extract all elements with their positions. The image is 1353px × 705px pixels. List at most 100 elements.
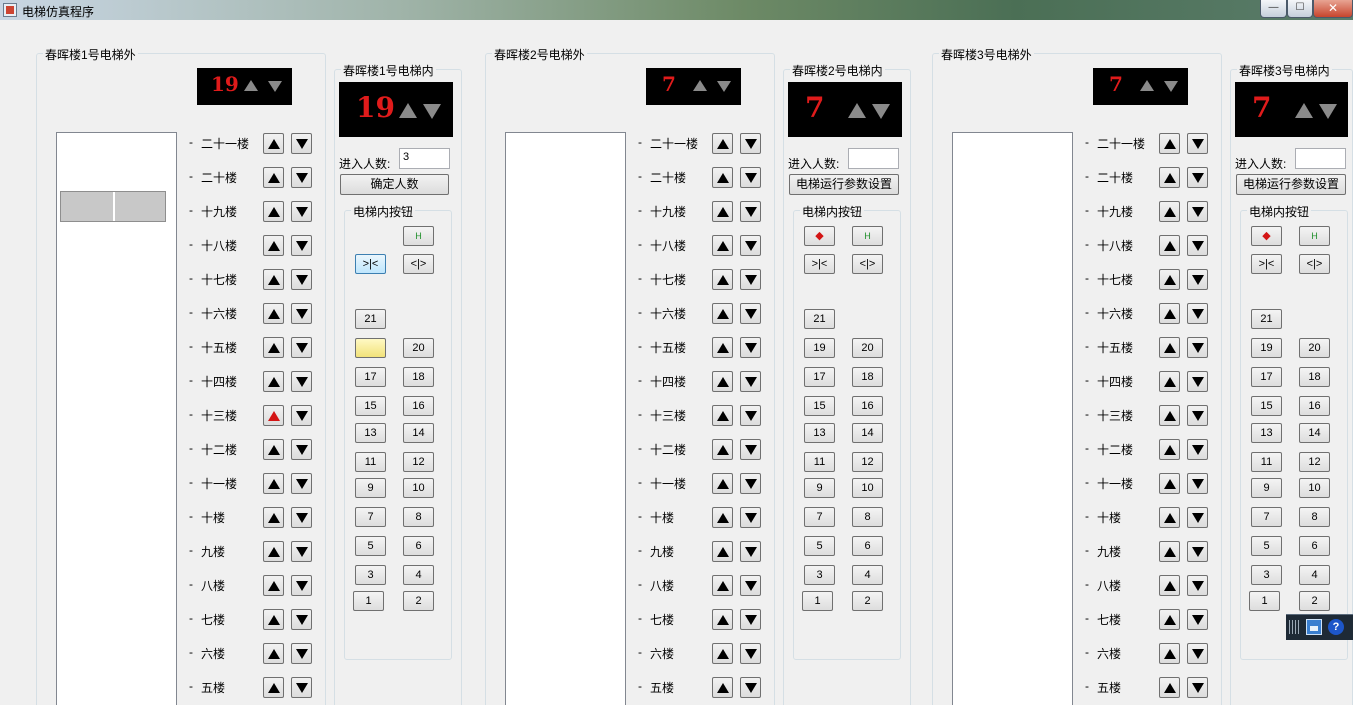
- car-floor-button-4[interactable]: 4: [852, 565, 883, 585]
- car-floor-button-16[interactable]: 16: [1299, 396, 1330, 416]
- car-floor-button-15[interactable]: 15: [1251, 396, 1282, 416]
- floor-down-call-button[interactable]: [291, 677, 312, 698]
- floor-down-call-button[interactable]: [740, 575, 761, 596]
- door-close-button[interactable]: >|<: [804, 254, 835, 274]
- people-count-input[interactable]: [1295, 148, 1346, 169]
- floor-down-call-button[interactable]: [740, 235, 761, 256]
- alarm-button[interactable]: ◆: [804, 226, 835, 246]
- car-floor-button-4[interactable]: 4: [1299, 565, 1330, 585]
- car-floor-button-11[interactable]: 11: [355, 452, 386, 472]
- maximize-button[interactable]: ☐: [1287, 0, 1313, 18]
- floor-up-call-button[interactable]: [263, 677, 284, 698]
- car-floor-button-15[interactable]: 15: [355, 396, 386, 416]
- floor-down-call-button[interactable]: [1187, 371, 1208, 392]
- floor-up-call-button[interactable]: [712, 235, 733, 256]
- floor-down-call-button[interactable]: [740, 371, 761, 392]
- car-floor-button-2[interactable]: 2: [403, 591, 434, 611]
- car-floor-button-5[interactable]: 5: [804, 536, 835, 556]
- floor-up-call-button[interactable]: [1159, 405, 1180, 426]
- floor-down-call-button[interactable]: [291, 371, 312, 392]
- floor-down-call-button[interactable]: [1187, 575, 1208, 596]
- car-floor-button-9[interactable]: 9: [355, 478, 386, 498]
- intercom-button[interactable]: H: [403, 226, 434, 246]
- floor-up-call-button[interactable]: [712, 507, 733, 528]
- floor-up-call-button[interactable]: [712, 609, 733, 630]
- floor-down-call-button[interactable]: [291, 303, 312, 324]
- floor-down-call-button[interactable]: [740, 405, 761, 426]
- car-floor-button-21[interactable]: 21: [355, 309, 386, 329]
- car-floor-button-11[interactable]: 11: [1251, 452, 1282, 472]
- floor-down-call-button[interactable]: [1187, 133, 1208, 154]
- car-floor-button-19[interactable]: [355, 338, 386, 358]
- floor-down-call-button[interactable]: [291, 541, 312, 562]
- car-floor-button-13[interactable]: 13: [1251, 423, 1282, 443]
- car-floor-button-9[interactable]: 9: [1251, 478, 1282, 498]
- floor-down-call-button[interactable]: [291, 167, 312, 188]
- car-floor-button-21[interactable]: 21: [1251, 309, 1282, 329]
- car-floor-button-20[interactable]: 20: [1299, 338, 1330, 358]
- floor-down-call-button[interactable]: [291, 235, 312, 256]
- floor-down-call-button[interactable]: [291, 337, 312, 358]
- help-icon[interactable]: ?: [1328, 619, 1344, 635]
- floor-down-call-button[interactable]: [740, 473, 761, 494]
- car-floor-button-12[interactable]: 12: [403, 452, 434, 472]
- floor-down-call-button[interactable]: [1187, 269, 1208, 290]
- car-floor-button-2[interactable]: 2: [1299, 591, 1330, 611]
- floor-up-call-button[interactable]: [1159, 439, 1180, 460]
- car-floor-button-10[interactable]: 10: [852, 478, 883, 498]
- floor-up-call-button[interactable]: [263, 167, 284, 188]
- floor-up-call-button[interactable]: [263, 371, 284, 392]
- floor-up-call-button[interactable]: [263, 541, 284, 562]
- floor-down-call-button[interactable]: [1187, 643, 1208, 664]
- floor-up-call-button[interactable]: [712, 269, 733, 290]
- car-floor-button-17[interactable]: 17: [804, 367, 835, 387]
- car-floor-button-15[interactable]: 15: [804, 396, 835, 416]
- floor-down-call-button[interactable]: [1187, 609, 1208, 630]
- car-floor-button-2[interactable]: 2: [852, 591, 883, 611]
- car-floor-button-1[interactable]: 1: [1249, 591, 1280, 611]
- floor-up-call-button[interactable]: [712, 541, 733, 562]
- floor-up-call-button[interactable]: [712, 303, 733, 324]
- floor-up-call-button[interactable]: [263, 269, 284, 290]
- floor-down-call-button[interactable]: [740, 439, 761, 460]
- floor-down-call-button[interactable]: [740, 507, 761, 528]
- floor-down-call-button[interactable]: [740, 677, 761, 698]
- car-floor-button-13[interactable]: 13: [804, 423, 835, 443]
- floor-up-call-button[interactable]: [263, 303, 284, 324]
- car-floor-button-16[interactable]: 16: [852, 396, 883, 416]
- car-floor-button-5[interactable]: 5: [1251, 536, 1282, 556]
- intercom-button[interactable]: H: [852, 226, 883, 246]
- floor-down-call-button[interactable]: [740, 201, 761, 222]
- floor-down-call-button[interactable]: [291, 473, 312, 494]
- people-count-input[interactable]: 3: [399, 148, 450, 169]
- car-floor-button-10[interactable]: 10: [403, 478, 434, 498]
- picture-icon[interactable]: [1306, 619, 1322, 635]
- car-floor-button-7[interactable]: 7: [355, 507, 386, 527]
- floor-up-call-button[interactable]: [1159, 371, 1180, 392]
- floor-up-call-button[interactable]: [1159, 167, 1180, 188]
- floor-down-call-button[interactable]: [1187, 439, 1208, 460]
- floor-down-call-button[interactable]: [740, 303, 761, 324]
- floor-down-call-button[interactable]: [1187, 541, 1208, 562]
- car-floor-button-1[interactable]: 1: [353, 591, 384, 611]
- floor-up-call-button[interactable]: [1159, 507, 1180, 528]
- intercom-button[interactable]: H: [1299, 226, 1330, 246]
- car-floor-button-3[interactable]: 3: [355, 565, 386, 585]
- floor-down-call-button[interactable]: [1187, 677, 1208, 698]
- door-close-button[interactable]: >|<: [355, 254, 386, 274]
- car-floor-button-17[interactable]: 17: [355, 367, 386, 387]
- elevator-settings-button[interactable]: 电梯运行参数设置: [1236, 174, 1346, 195]
- floor-up-call-button[interactable]: [712, 405, 733, 426]
- floor-up-call-button[interactable]: [1159, 269, 1180, 290]
- floor-up-call-button[interactable]: [1159, 303, 1180, 324]
- car-floor-button-9[interactable]: 9: [804, 478, 835, 498]
- floor-up-call-button[interactable]: [263, 337, 284, 358]
- floor-up-call-button[interactable]: [712, 337, 733, 358]
- people-count-input[interactable]: [848, 148, 899, 169]
- floor-down-call-button[interactable]: [291, 575, 312, 596]
- floor-down-call-button[interactable]: [740, 609, 761, 630]
- floor-up-call-button[interactable]: [263, 405, 284, 426]
- door-close-button[interactable]: >|<: [1251, 254, 1282, 274]
- car-floor-button-11[interactable]: 11: [804, 452, 835, 472]
- floor-down-call-button[interactable]: [1187, 507, 1208, 528]
